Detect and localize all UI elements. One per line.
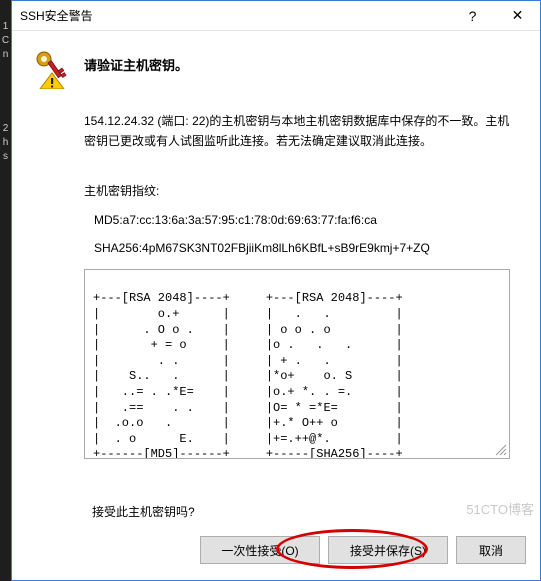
editor-gutter: 1 C n 2 h s	[0, 0, 11, 581]
fingerprint-label: 主机密钥指纹:	[84, 182, 510, 199]
dialog-title: SSH安全警告	[12, 7, 450, 24]
help-button[interactable]: ?	[450, 1, 495, 31]
ssh-warning-dialog: SSH安全警告 ? ✕	[11, 0, 541, 581]
accept-save-button[interactable]: 接受并保存(S)	[328, 536, 448, 564]
ascii-art-box[interactable]: +---[RSA 2048]----+ +---[RSA 2048]----+ …	[84, 269, 510, 459]
ascii-art-content: +---[RSA 2048]----+ +---[RSA 2048]----+ …	[93, 291, 403, 458]
resize-grip-icon	[493, 442, 507, 456]
cancel-button[interactable]: 取消	[456, 536, 526, 564]
fingerprint-sha256: SHA256:4pM67SK3NT02FBjiiKm8lLh6KBfL+sB9r…	[94, 241, 510, 255]
dialog-footer: 接受此主机密钥吗? 一次性接受(O) 接受并保存(S) 取消	[12, 491, 540, 580]
titlebar: SSH安全警告 ? ✕	[12, 1, 540, 31]
fingerprint-md5: MD5:a7:cc:13:6a:3a:57:95:c1:78:0d:69:63:…	[94, 213, 510, 227]
accept-once-button[interactable]: 一次性接受(O)	[200, 536, 320, 564]
accept-question: 接受此主机密钥吗?	[92, 503, 526, 520]
warning-message: 154.12.24.32 (端口: 22)的主机密钥与本地主机密钥数据库中保存的…	[84, 111, 510, 152]
heading-text: 请验证主机密钥。	[84, 49, 188, 74]
close-button[interactable]: ✕	[495, 1, 540, 31]
button-row: 一次性接受(O) 接受并保存(S) 取消	[42, 536, 526, 564]
key-warning-icon	[34, 49, 70, 89]
dialog-body: 请验证主机密钥。 154.12.24.32 (端口: 22)的主机密钥与本地主机…	[12, 31, 540, 491]
